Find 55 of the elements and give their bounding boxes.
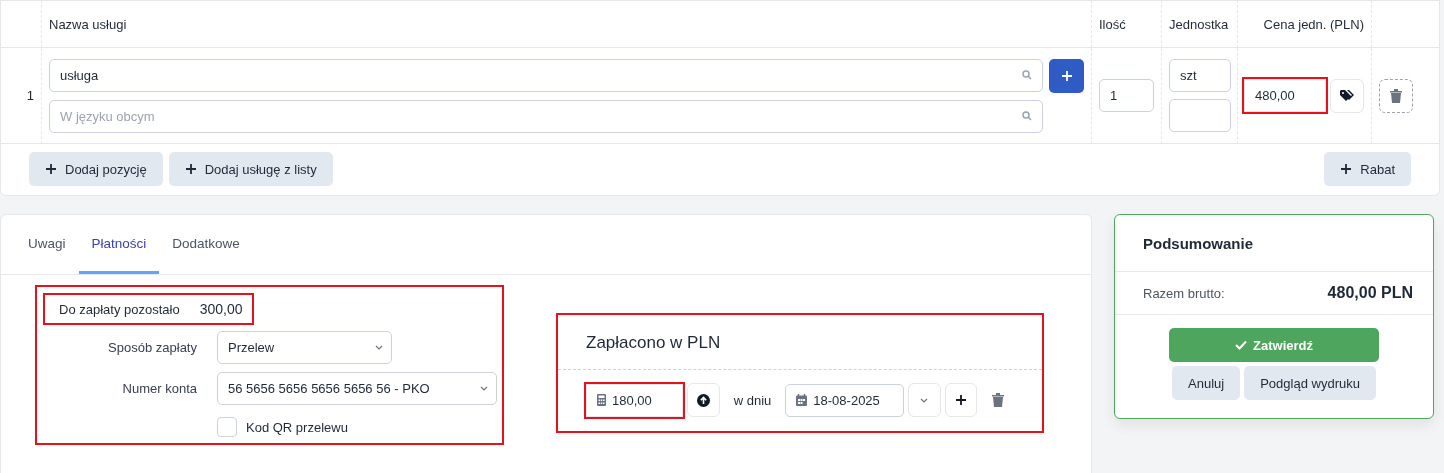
section-title: Zapłacono w PLN [558,315,1042,370]
search-icon [1022,70,1032,80]
calculator-icon [597,394,606,406]
delete-row-button[interactable] [1379,78,1413,113]
search-icon [1022,111,1032,121]
price-field[interactable]: 480,00 [1244,79,1327,112]
service-name-field[interactable]: usługa [49,58,1043,92]
chevron-down-icon [920,397,929,403]
trash-icon [1390,88,1402,103]
tab[interactable]: Płatności [78,215,160,274]
tags-icon [1340,89,1355,102]
column-header: Nazwa usługi [49,16,127,32]
add-button[interactable]: Dodaj usługę z listy [168,152,333,186]
remaining-label: Do zapłaty pozostało [59,301,180,317]
column-header: Jednostka [1169,16,1229,32]
tag-button[interactable] [1330,78,1364,113]
unit-field[interactable]: szt [1169,59,1231,92]
plus-icon [955,394,967,406]
column-header: Cena jedn. (PLN) [1263,16,1364,32]
field-label: Numer konta [121,381,197,396]
date-field[interactable]: 18-08-2025 [785,383,904,417]
row-number: 1 [26,88,34,103]
plus-icon [45,163,57,175]
print-preview-button[interactable]: Podgląd wydruku [1244,366,1376,400]
total-amount: 480,00 PLN [1327,284,1413,302]
trash-icon [991,393,1004,407]
unit-field[interactable] [1169,99,1231,132]
column-header: Ilość [1099,16,1126,32]
paid-amount-field[interactable]: 180,00 [586,383,683,417]
remaining-amount: 300,00 [199,301,243,317]
arrow-up-circle-icon [696,393,710,407]
add-payment-button[interactable] [944,383,978,417]
checkbox[interactable] [217,417,237,437]
summary-title: Podsumowanie [1115,215,1433,272]
tab[interactable]: Uwagi [15,215,79,274]
account-select[interactable]: 56 5656 5656 5656 5656 56 - PKO [217,372,497,405]
chevron-down-icon [375,345,383,350]
tab[interactable]: Dodatkowe [159,215,253,274]
cancel-button[interactable]: Anuluj [1172,366,1241,400]
chevron-down-icon [480,386,488,391]
add-service-button[interactable] [1049,58,1084,93]
calendar-icon [796,394,808,406]
plus-icon [184,163,197,175]
total-label: Razem brutto: [1143,285,1225,301]
payment-method-select[interactable]: Przelew [217,331,392,364]
upload-button[interactable] [687,383,720,417]
quantity-field[interactable]: 1 [1099,79,1154,112]
discount-button[interactable]: Rabat [1324,152,1411,186]
field-label: Sposób zapłaty [107,340,197,355]
check-icon [1235,340,1247,350]
plus-icon [1340,163,1353,175]
add-button[interactable]: Dodaj pozycję [29,152,163,186]
plus-icon [1060,69,1073,82]
checkbox-label: Kod QR przelewu [246,419,348,435]
date-label: w dniu [733,392,772,408]
